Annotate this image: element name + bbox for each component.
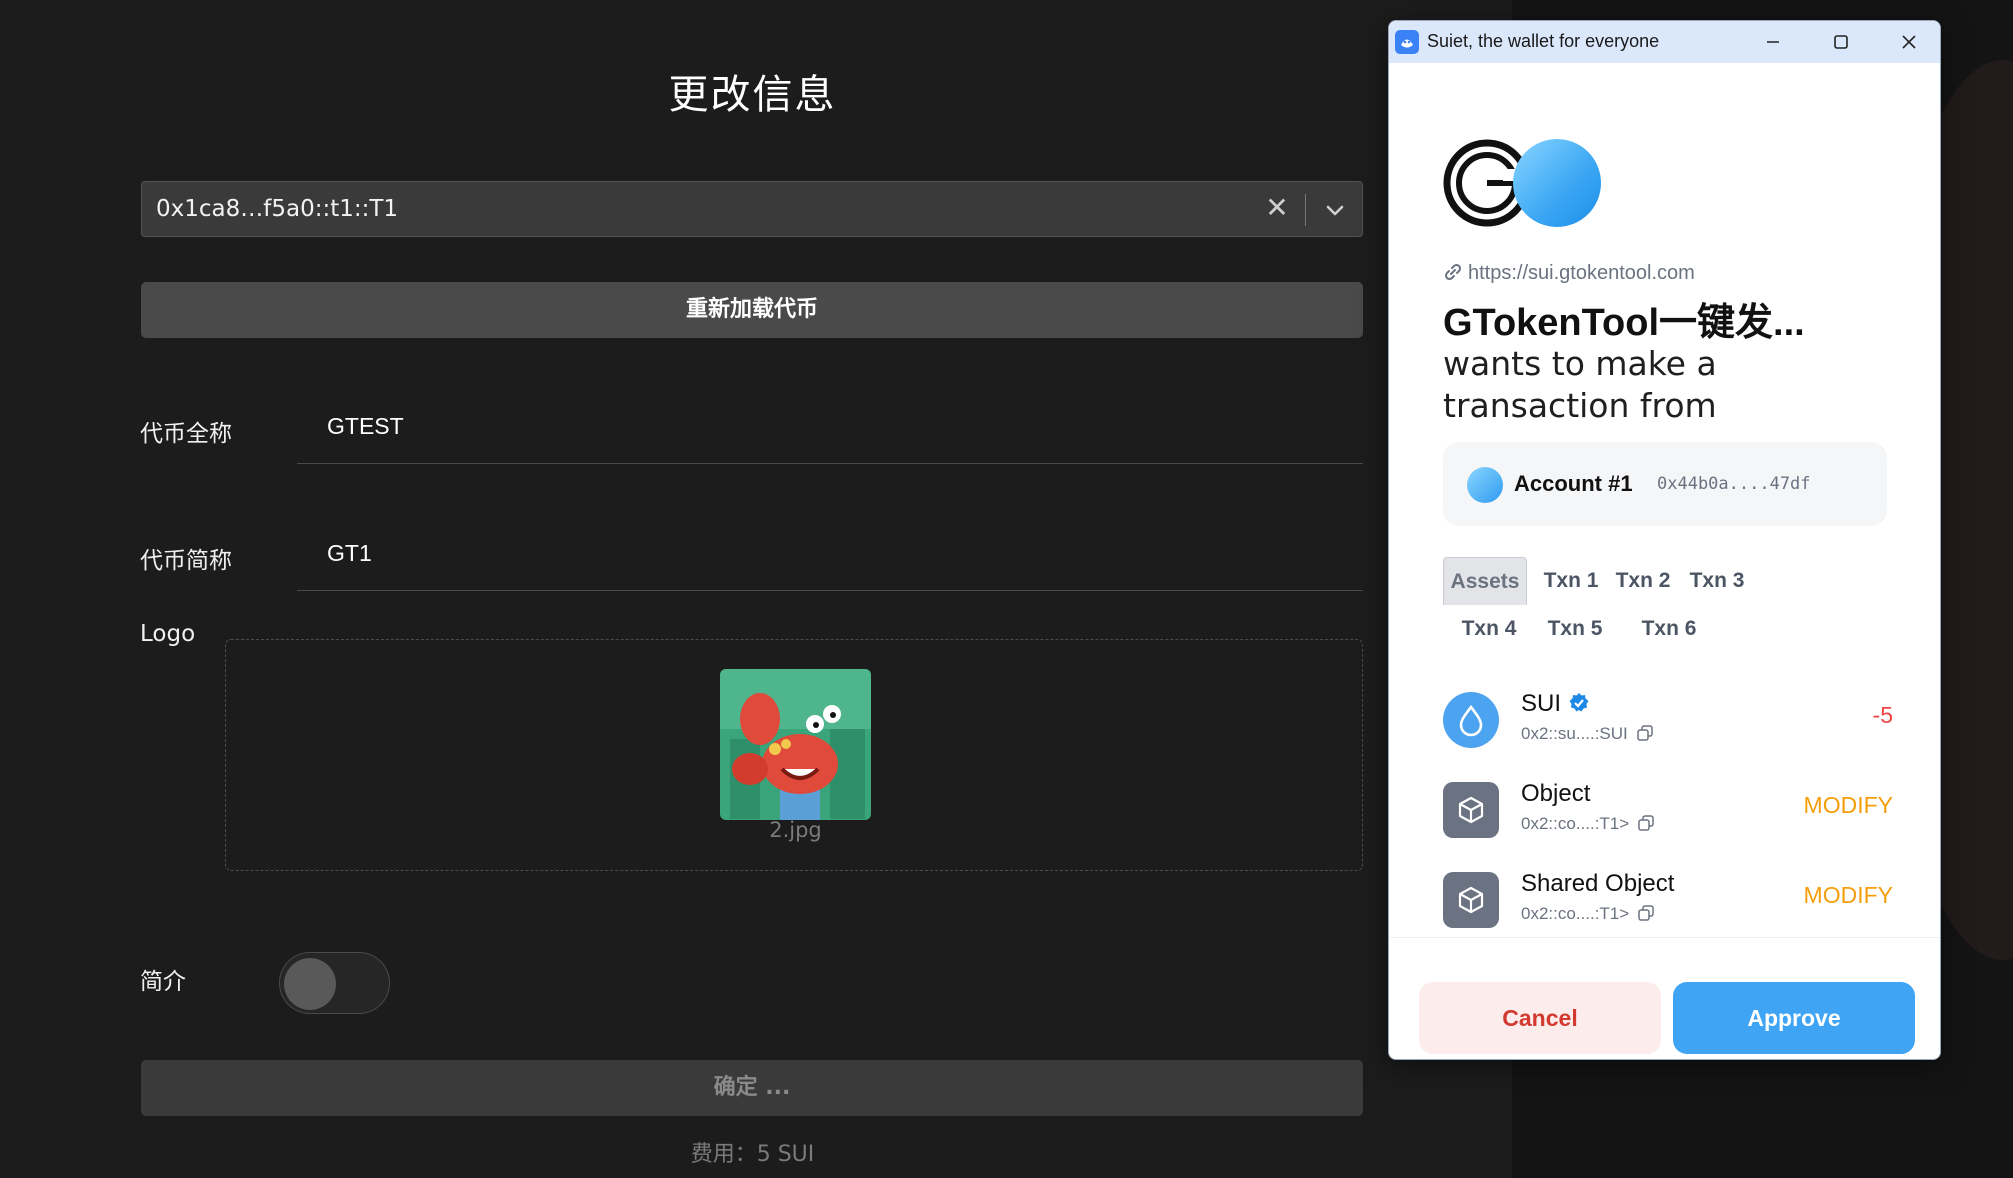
account-card: Account #1 0x44b0a....47df [1443,442,1887,526]
token-symbol-label: 代币简称 [140,548,232,574]
logo-file-name: 2.jpg [769,818,822,842]
maximize-icon[interactable] [1807,21,1875,63]
suiet-app-icon [1395,30,1419,54]
account-avatar [1467,467,1503,503]
select-divider [1305,194,1306,226]
asset-name: Shared Object [1521,870,1675,897]
asset-type-text: 0x2::co....:T1> [1521,904,1630,923]
logo-thumbnail[interactable] [720,669,871,820]
origin-url: https://sui.gtokentool.com [1443,262,1695,285]
token-full-name-label: 代币全称 [140,421,232,447]
logo-upload-area[interactable]: 2.jpg [225,639,1363,871]
cube-icon [1443,872,1499,928]
tab-txn-3[interactable]: Txn 3 [1677,557,1757,605]
asset-name: SUI [1521,690,1590,718]
intro-toggle[interactable] [279,952,390,1014]
chevron-down-icon[interactable] [1320,196,1350,226]
asset-amount: MODIFY [1803,792,1893,818]
account-address: 0x44b0a....47df [1657,474,1811,494]
asset-row: SUI 0x2::su....:SUI -5 [1443,686,1903,756]
copy-icon[interactable] [1636,725,1653,741]
wallet-footer: Cancel Approve [1389,937,1940,1059]
tab-txn-2[interactable]: Txn 2 [1603,557,1683,605]
token-select-value: 0x1ca8…f5a0::t1::T1 [156,196,399,222]
approve-button[interactable]: Approve [1673,982,1915,1054]
reload-token-button[interactable]: 重新加载代币 [141,282,1363,338]
tab-txn-6[interactable]: Txn 6 [1623,605,1715,653]
token-select[interactable]: 0x1ca8…f5a0::t1::T1 ✕ [141,181,1363,237]
asset-row: Shared Object 0x2::co....:T1> MODIFY [1443,866,1903,936]
asset-amount: -5 [1872,702,1893,728]
asset-type: 0x2::co....:T1> [1521,904,1654,924]
logo-label: Logo [140,621,196,647]
origin-url-text: https://sui.gtokentool.com [1468,262,1695,284]
field-underline [297,590,1363,591]
minimize-icon[interactable] [1739,21,1807,63]
tab-txn-1[interactable]: Txn 1 [1531,557,1611,605]
token-full-name-input[interactable]: GTEST [327,413,404,440]
field-underline [297,463,1363,464]
request-description: wants to make a transaction from [1443,344,1717,425]
asset-type: 0x2::co....:T1> [1521,814,1654,834]
copy-icon[interactable] [1638,815,1654,831]
window-title: Suiet, the wallet for everyone [1427,31,1660,51]
token-update-page: 更改信息 0x1ca8…f5a0::t1::T1 ✕ 重新加载代币 代币全称 G… [0,0,1512,1178]
copy-icon[interactable] [1638,905,1654,921]
origin-name: GTokenTool一键发... [1443,302,1805,344]
tab-assets[interactable]: Assets [1443,557,1527,605]
toggle-knob [284,958,336,1010]
asset-name: Object [1521,780,1591,807]
close-icon[interactable] [1875,21,1940,63]
tab-txn-4[interactable]: Txn 4 [1443,605,1535,653]
link-icon [1444,263,1462,281]
token-symbol-input[interactable]: GT1 [327,540,372,567]
fee-text: 费用：5 SUI [690,1142,815,1167]
asset-amount: MODIFY [1803,882,1893,908]
sui-drop-icon [1443,692,1499,748]
site-avatar [1513,139,1601,227]
account-name: Account #1 [1514,471,1633,496]
intro-label: 简介 [140,969,186,995]
close-icon[interactable]: ✕ [1262,191,1292,224]
asset-type-text: 0x2::su....:SUI [1521,724,1628,743]
verified-badge-icon [1569,693,1589,712]
confirm-button[interactable]: 确定 ... [141,1060,1363,1116]
page-title: 更改信息 [668,72,837,118]
tab-txn-5[interactable]: Txn 5 [1529,605,1621,653]
asset-type-text: 0x2::co....:T1> [1521,814,1630,833]
asset-type: 0x2::su....:SUI [1521,724,1653,744]
asset-name-text: SUI [1521,690,1562,717]
asset-row: Object 0x2::co....:T1> MODIFY [1443,776,1903,846]
cube-icon [1443,782,1499,838]
suiet-wallet-window: Suiet, the wallet for everyone https://s… [1388,20,1941,1060]
cancel-button[interactable]: Cancel [1419,982,1661,1054]
window-titlebar[interactable]: Suiet, the wallet for everyone [1389,21,1940,63]
